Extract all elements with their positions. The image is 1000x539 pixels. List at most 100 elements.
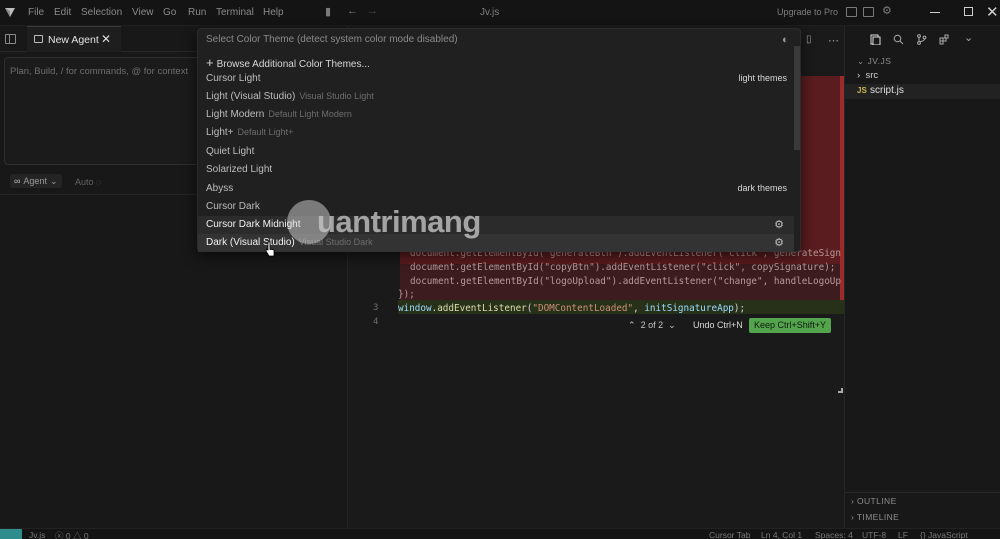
folder-src[interactable]: › src xyxy=(857,70,878,81)
braces-icon: {} xyxy=(920,530,929,539)
status-language[interactable]: {} JavaScript xyxy=(920,530,968,539)
code-line-3[interactable]: window.addEventListener("DOMContentLoade… xyxy=(398,303,745,314)
warning-count: 0 xyxy=(83,531,89,539)
code-line-deleted[interactable]: document.getElementById("logoUpload").ad… xyxy=(410,276,841,287)
source-control-icon[interactable] xyxy=(916,34,927,45)
theme-option[interactable]: Quiet Light xyxy=(198,143,794,161)
explorer-root-label: JV.JS xyxy=(867,56,892,66)
browse-themes-option[interactable]: + Browse Additional Color Themes... xyxy=(206,55,370,70)
chat-icon[interactable]: ▮ xyxy=(325,5,331,18)
code-token: "DOMContentLoaded" xyxy=(532,303,634,314)
keep-button[interactable]: Keep Ctrl+Shift+Y xyxy=(749,318,832,333)
cursor-logo-icon xyxy=(5,8,15,17)
theme-option[interactable]: Light (Visual Studio) Visual Studio Light xyxy=(198,88,794,106)
chevron-down-icon[interactable]: ⌄ xyxy=(964,31,975,44)
remote-indicator-icon[interactable] xyxy=(0,529,22,539)
theme-description: Visual Studio Light xyxy=(299,91,374,101)
menu-terminal[interactable]: Terminal xyxy=(216,7,254,18)
folder-label: src xyxy=(865,70,879,81)
split-editor-icon[interactable]: ▯ xyxy=(806,34,812,45)
upgrade-button[interactable]: Upgrade to Pro xyxy=(777,7,838,17)
theme-option[interactable]: Light+ Default Light+ xyxy=(198,124,794,142)
agent-input-placeholder: Plan, Build, / for commands, @ for conte… xyxy=(10,66,189,77)
code-line-deleted[interactable]: }); xyxy=(398,289,415,300)
group-label: dark themes xyxy=(737,183,787,193)
toggle-secondary-sidebar-icon[interactable] xyxy=(863,7,874,17)
search-icon[interactable] xyxy=(893,34,904,45)
status-eol[interactable]: LF xyxy=(898,530,908,539)
menu-selection[interactable]: Selection xyxy=(81,7,122,18)
status-spaces[interactable]: Spaces: 4 xyxy=(815,530,853,539)
theme-option[interactable]: Cursor Light light themes xyxy=(198,70,794,88)
title-bar: File Edit Selection View Go Run Terminal… xyxy=(0,0,1000,26)
status-position[interactable]: Ln 4, Col 1 xyxy=(761,530,802,539)
status-cursor-tab[interactable]: Cursor Tab xyxy=(709,530,750,539)
outline-section[interactable]: › OUTLINE xyxy=(851,496,897,506)
menu-edit[interactable]: Edit xyxy=(54,7,71,18)
model-selector[interactable]: Auto ◌ xyxy=(75,177,101,187)
status-bar: Jv.js ⓧ 0 △ 0 Cursor Tab Ln 4, Col 1 Spa… xyxy=(0,528,1000,539)
toggle-panel-icon[interactable] xyxy=(846,7,857,17)
menu-go[interactable]: Go xyxy=(163,7,176,18)
diff-review-toolbar: ⌃ 2 of 2 ⌄ Undo Ctrl+N Keep Ctrl+Shift+Y xyxy=(619,318,833,333)
status-file[interactable]: Jv.js xyxy=(29,530,45,539)
code-token: window xyxy=(398,303,432,314)
error-count: 0 xyxy=(65,531,71,539)
contrast-icon[interactable]: ◐ xyxy=(782,34,789,46)
restore-icon[interactable] xyxy=(964,7,973,16)
extensions-icon[interactable] xyxy=(939,34,950,45)
menu-view[interactable]: View xyxy=(132,7,154,18)
chevron-up-icon[interactable]: ⌃ xyxy=(628,320,636,330)
theme-option[interactable]: Abyss dark themes xyxy=(198,180,794,198)
resize-handle-icon[interactable] xyxy=(838,388,843,393)
problems-indicator[interactable]: ⓧ 0 △ 0 xyxy=(55,530,89,539)
chevron-down-icon: ⌄ xyxy=(49,176,58,186)
explorer-root[interactable]: ⌄ JV.JS xyxy=(857,56,891,67)
group-label: light themes xyxy=(738,73,787,83)
toggle-sidebar-icon[interactable] xyxy=(5,34,16,44)
more-icon[interactable]: ⋯ xyxy=(828,34,839,47)
undo-button[interactable]: Undo Ctrl+N xyxy=(693,320,743,330)
menu-help[interactable]: Help xyxy=(263,7,284,18)
forward-arrow-icon[interactable]: → xyxy=(367,5,378,17)
theme-name: Quiet Light xyxy=(206,146,255,157)
file-script-js[interactable]: JS script.js xyxy=(845,84,1000,99)
back-arrow-icon[interactable]: ← xyxy=(347,5,358,17)
timeline-section[interactable]: › TIMELINE xyxy=(851,512,899,522)
gear-icon[interactable]: ⚙ xyxy=(774,218,784,231)
theme-description: Default Light+ xyxy=(237,127,294,137)
language-label: JavaScript xyxy=(928,530,968,539)
close-tab-icon[interactable]: ✕ xyxy=(101,32,111,46)
chevron-down-icon[interactable]: ⌄ xyxy=(668,320,676,330)
theme-name: Abyss xyxy=(206,183,234,194)
window-title: Jv.js xyxy=(480,7,500,18)
line-number: 3 xyxy=(373,303,379,313)
theme-option[interactable]: Solarized Light xyxy=(198,161,794,179)
theme-name: Light Modern Default Light Modern xyxy=(206,109,352,120)
theme-description: Default Light Modern xyxy=(268,109,352,119)
settings-gear-icon[interactable]: ⚙ xyxy=(882,4,892,17)
status-encoding[interactable]: UTF-8 xyxy=(862,530,886,539)
tab-new-agent[interactable]: New Agent ✕ xyxy=(27,26,121,52)
menu-file[interactable]: File xyxy=(28,7,44,18)
browse-themes-label: Browse Additional Color Themes... xyxy=(216,59,370,70)
menu-run[interactable]: Run xyxy=(188,7,206,18)
theme-name: Cursor Dark xyxy=(206,201,260,212)
gear-icon[interactable]: ⚙ xyxy=(774,236,784,249)
code-line-deleted[interactable]: document.getElementById("copyBtn").addEv… xyxy=(410,262,835,273)
theme-search-input[interactable]: Select Color Theme (detect system color … xyxy=(206,34,458,45)
picker-scrollbar[interactable] xyxy=(794,46,800,150)
theme-name: Light (Visual Studio) Visual Studio Light xyxy=(206,91,374,102)
files-icon[interactable] xyxy=(870,34,881,45)
theme-option[interactable]: Light Modern Default Light Modern xyxy=(198,106,794,124)
agent-mode-dropdown[interactable]: ∞ Agent ⌄ xyxy=(10,174,62,188)
minimize-icon[interactable] xyxy=(930,12,940,13)
diff-nav[interactable]: ⌃ 2 of 2 ⌄ xyxy=(628,320,676,331)
mouse-pointer-icon xyxy=(265,241,275,257)
warning-icon: △ xyxy=(73,531,82,539)
line-number: 4 xyxy=(373,317,379,327)
chevron-down-icon: ⌄ xyxy=(857,56,868,66)
chat-bubble-icon xyxy=(34,35,43,43)
file-label: script.js xyxy=(870,85,904,96)
close-window-icon[interactable]: ✕ xyxy=(986,3,999,21)
